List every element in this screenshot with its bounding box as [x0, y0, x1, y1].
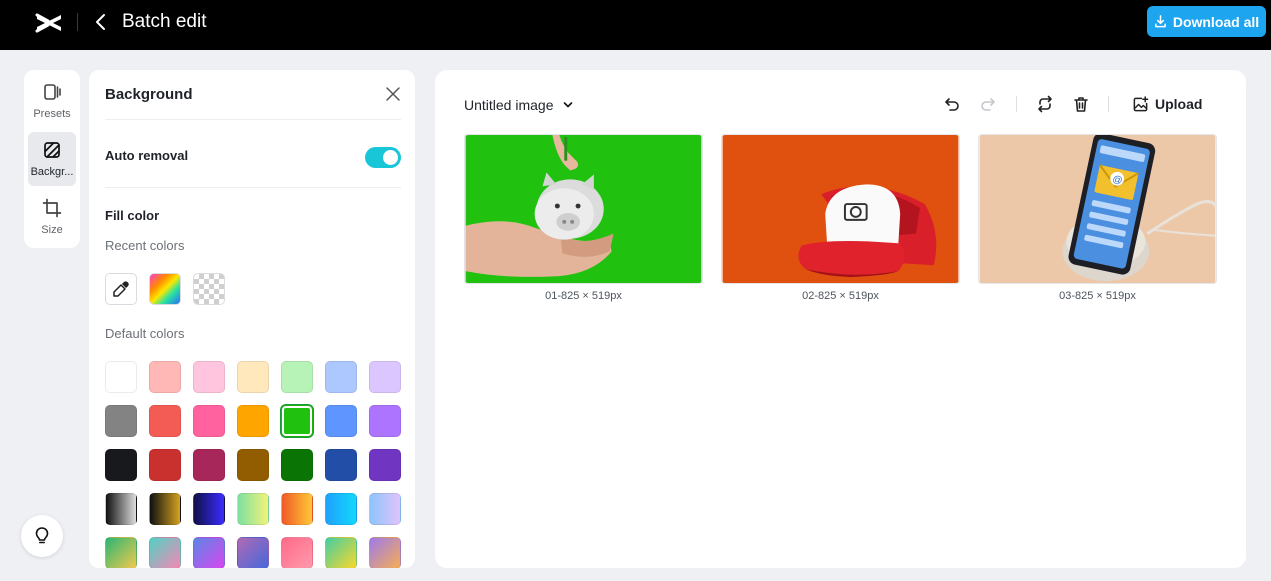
toolbar-divider — [1108, 96, 1109, 112]
background-icon — [44, 142, 60, 158]
color-swatch[interactable] — [369, 449, 401, 481]
color-swatch[interactable] — [281, 449, 313, 481]
fill-color-label: Fill color — [105, 208, 160, 223]
color-swatch[interactable] — [369, 405, 401, 437]
document-title: Untitled image — [464, 97, 554, 113]
presets-icon — [44, 84, 61, 100]
color-swatch[interactable] — [369, 537, 401, 568]
rail-label-background: Backgr... — [30, 166, 74, 178]
rail-label-size: Size — [41, 224, 63, 236]
download-all-label: Download all — [1172, 13, 1260, 30]
color-swatch[interactable] — [193, 449, 225, 481]
document-title-dropdown[interactable]: Untitled image — [464, 97, 574, 113]
color-swatch[interactable] — [105, 405, 137, 437]
download-icon — [1154, 15, 1166, 28]
color-swatch[interactable] — [105, 493, 137, 525]
trash-icon[interactable] — [1072, 95, 1090, 113]
image-thumbnail-01[interactable] — [464, 134, 703, 284]
crop-icon — [42, 198, 62, 218]
color-swatch[interactable] — [105, 449, 137, 481]
panel-divider — [105, 187, 401, 188]
undo-icon[interactable] — [943, 95, 961, 113]
recent-swatch-rainbow[interactable] — [149, 273, 181, 305]
color-swatch[interactable] — [193, 405, 225, 437]
phone-charger-image: @ — [979, 135, 1216, 283]
cap-image — [722, 135, 959, 283]
back-arrow-icon[interactable] — [92, 12, 110, 32]
eyedropper-button[interactable] — [105, 273, 137, 305]
color-swatch[interactable] — [369, 493, 401, 525]
color-swatch[interactable] — [369, 361, 401, 393]
tool-rail: Presets Backgr... Size — [24, 70, 80, 248]
upload-label: Upload — [1155, 96, 1203, 112]
rail-item-size[interactable]: Size — [28, 190, 76, 244]
color-swatch[interactable] — [237, 449, 269, 481]
image-caption-02: 02-825 × 519px — [802, 290, 879, 302]
redo-icon[interactable] — [979, 95, 997, 113]
color-swatch[interactable] — [193, 537, 225, 568]
close-icon[interactable] — [385, 86, 401, 102]
color-swatch[interactable] — [193, 493, 225, 525]
rail-item-background[interactable]: Backgr... — [28, 132, 76, 186]
recent-colors-label: Recent colors — [105, 238, 185, 253]
color-swatch[interactable] — [105, 361, 137, 393]
lightbulb-icon — [35, 527, 49, 544]
color-swatch[interactable] — [237, 537, 269, 568]
add-image-icon — [1133, 95, 1149, 111]
capcut-logo-icon[interactable] — [34, 10, 64, 36]
color-swatch[interactable] — [149, 361, 181, 393]
color-swatch[interactable] — [149, 493, 181, 525]
auto-removal-toggle[interactable] — [365, 147, 401, 168]
rail-item-presets[interactable]: Presets — [28, 74, 76, 128]
top-bar: Batch edit Download all — [0, 0, 1271, 50]
color-swatch[interactable] — [281, 537, 313, 568]
color-swatch[interactable] — [237, 405, 269, 437]
color-swatch[interactable] — [281, 361, 313, 393]
color-swatch[interactable] — [149, 449, 181, 481]
image-thumbnail-02[interactable] — [721, 134, 960, 284]
color-swatch[interactable] — [237, 493, 269, 525]
eyedropper-icon — [113, 281, 129, 297]
image-caption-03: 03-825 × 519px — [1059, 290, 1136, 302]
piggy-bank-image — [465, 135, 702, 283]
color-swatch[interactable] — [149, 405, 181, 437]
color-swatch[interactable] — [281, 405, 313, 437]
upload-button[interactable]: Upload — [1132, 95, 1202, 113]
page-title: Batch edit — [122, 11, 207, 32]
toolbar-divider — [1016, 96, 1017, 112]
canvas-area: Untitled image Upload 01-825 × 519px 02-… — [435, 70, 1246, 568]
panel-title: Background — [105, 86, 193, 103]
color-swatch[interactable] — [149, 537, 181, 568]
background-panel: Background Auto removal Fill color Recen… — [89, 70, 415, 568]
color-swatch[interactable] — [325, 493, 357, 525]
color-swatch[interactable] — [325, 361, 357, 393]
image-caption-01: 01-825 × 519px — [545, 290, 622, 302]
default-colors-label: Default colors — [105, 326, 185, 341]
color-swatch[interactable] — [325, 405, 357, 437]
rail-label-presets: Presets — [33, 108, 71, 120]
chevron-down-icon — [563, 102, 572, 108]
replace-icon[interactable] — [1036, 95, 1054, 113]
panel-divider — [105, 119, 401, 120]
color-swatch[interactable] — [281, 493, 313, 525]
topbar-divider — [77, 13, 78, 31]
color-swatch[interactable] — [237, 361, 269, 393]
color-swatch[interactable] — [105, 537, 137, 568]
download-all-button[interactable]: Download all — [1147, 6, 1266, 37]
auto-removal-label: Auto removal — [105, 148, 189, 163]
tips-button[interactable] — [21, 515, 63, 557]
color-swatch[interactable] — [325, 537, 357, 568]
color-swatch[interactable] — [325, 449, 357, 481]
color-swatch[interactable] — [193, 361, 225, 393]
recent-swatch-transparent[interactable] — [193, 273, 225, 305]
image-thumbnail-03[interactable]: @ — [978, 134, 1217, 284]
